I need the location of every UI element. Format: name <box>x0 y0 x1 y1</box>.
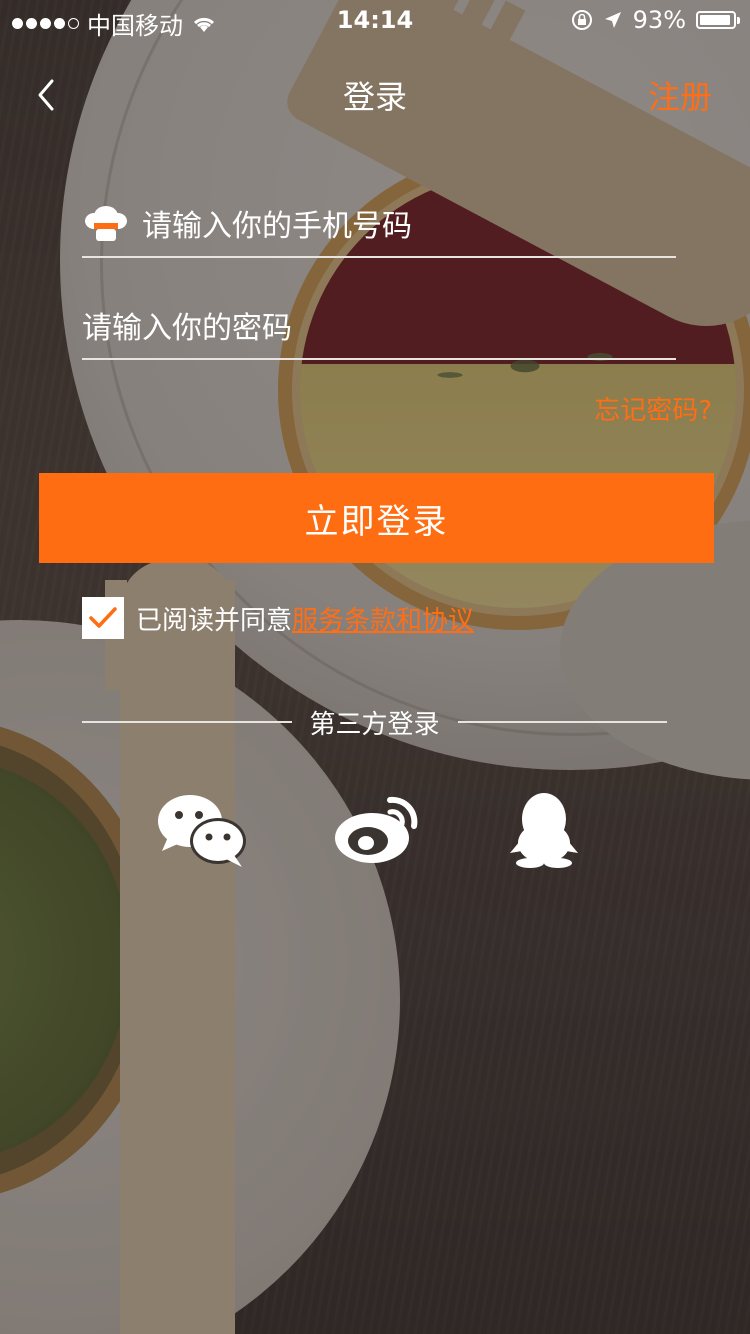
battery-icon <box>696 11 740 29</box>
phone-field[interactable] <box>82 196 676 258</box>
qq-icon <box>510 793 578 868</box>
status-bar: 中国移动 14:14 93% <box>0 0 750 40</box>
password-field[interactable] <box>82 298 676 360</box>
qq-login-button[interactable] <box>506 790 582 870</box>
chef-hat-icon <box>85 206 127 241</box>
page-title: 登录 <box>342 78 407 116</box>
third-party-title: 第三方登录 <box>309 709 440 740</box>
orientation-lock-icon <box>571 10 592 30</box>
login-button[interactable]: 立即登录 <box>39 473 714 563</box>
password-input[interactable] <box>82 310 676 346</box>
status-right: 93% <box>571 6 740 34</box>
agreement-row: 已阅读并同意 服务条款和协议 <box>82 596 474 640</box>
third-party-divider: 第三方登录 <box>82 700 668 744</box>
wechat-login-button[interactable] <box>154 790 250 870</box>
divider-right <box>457 721 668 723</box>
checkmark-icon <box>89 607 117 628</box>
terms-link[interactable]: 服务条款和协议 <box>292 600 474 637</box>
wechat-icon <box>158 795 246 867</box>
location-arrow-icon <box>604 12 621 28</box>
phone-input[interactable] <box>142 208 676 244</box>
agreement-text: 已阅读并同意 <box>136 605 293 636</box>
register-button[interactable]: 注册 <box>648 72 712 118</box>
weibo-icon <box>335 796 418 863</box>
login-screen: 中国移动 14:14 93% 登录 注册 请输入你的手机号码 忘记密码? 立即登… <box>0 0 750 1334</box>
battery-percent: 93% <box>632 6 686 34</box>
agreement-checkbox[interactable] <box>82 597 124 639</box>
divider-left <box>82 721 292 723</box>
forgot-password-link[interactable]: 忘记密码? <box>594 390 712 427</box>
weibo-login-button[interactable] <box>332 790 424 870</box>
